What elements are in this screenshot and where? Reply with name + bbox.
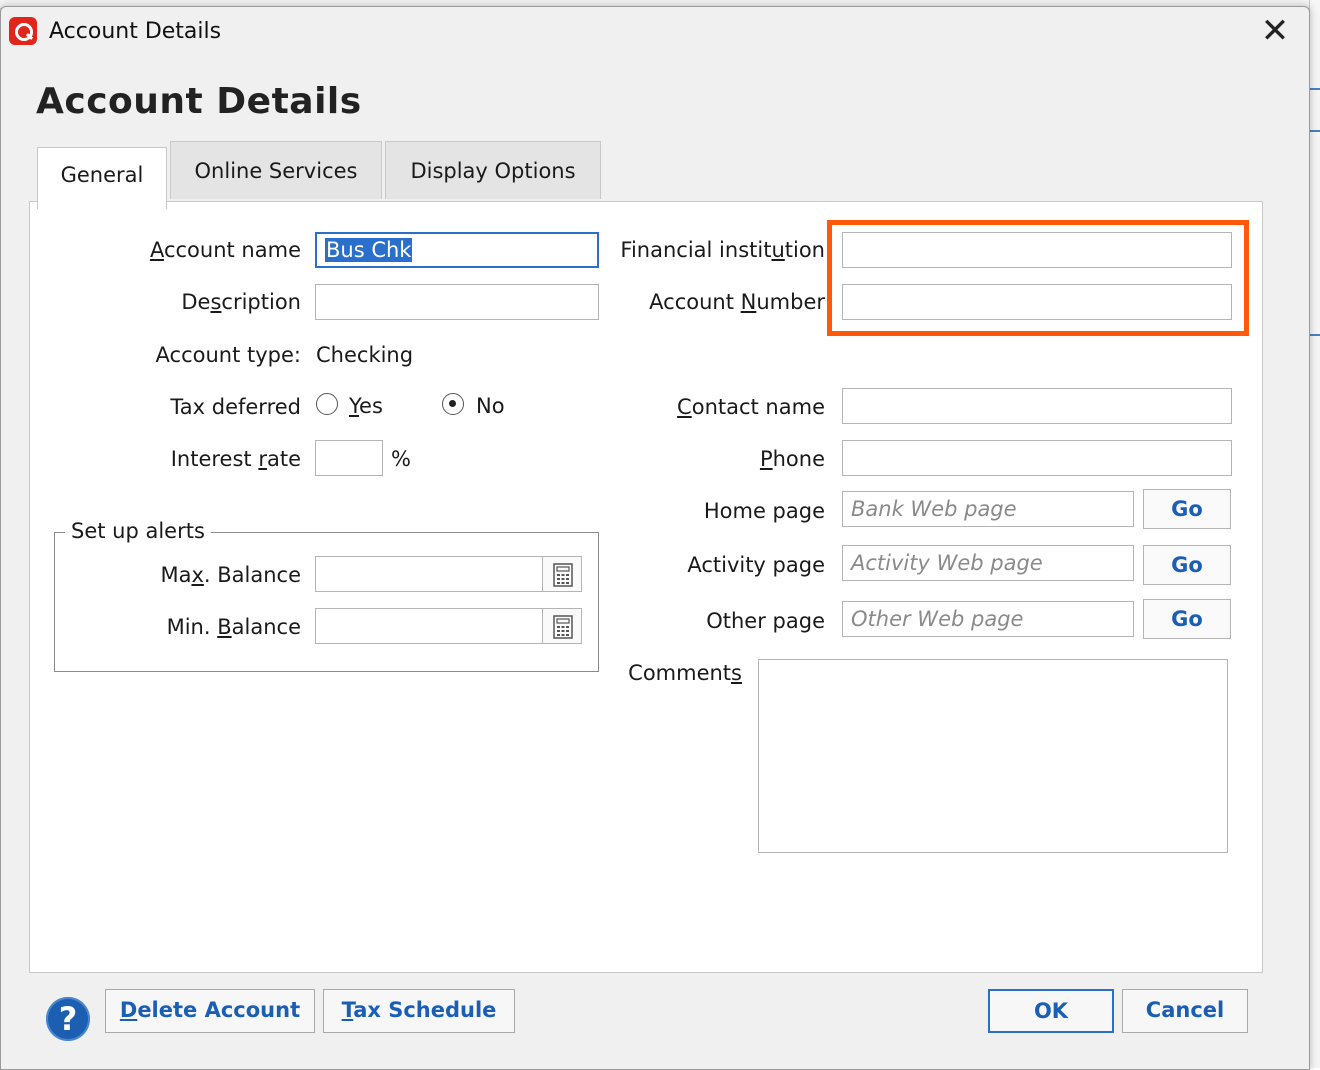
other-page-label: Other page [706, 609, 825, 633]
app-logo-icon [9, 17, 37, 45]
tax-schedule-button[interactable]: Tax Schedule [323, 989, 515, 1033]
contact-name-label: Contact name [677, 395, 825, 419]
home-page-go-button[interactable]: Go [1143, 489, 1231, 529]
account-type-label: Account type: [155, 343, 301, 367]
financial-institution-input[interactable] [842, 232, 1232, 268]
tax-deferred-no-radio[interactable] [442, 393, 464, 415]
max-balance-label: Max. Balance [160, 563, 301, 587]
account-details-dialog: Account Details ✕ Account Details Genera… [0, 6, 1310, 1070]
activity-page-go-button[interactable]: Go [1143, 545, 1231, 585]
other-page-go-button[interactable]: Go [1143, 599, 1231, 639]
account-name-label: Account name [149, 238, 301, 262]
min-balance-input[interactable] [315, 608, 543, 644]
contact-name-input[interactable] [842, 388, 1232, 424]
tax-deferred-yes-radio[interactable] [316, 393, 338, 415]
cancel-button[interactable]: Cancel [1122, 989, 1248, 1033]
interest-rate-input[interactable] [315, 440, 383, 476]
max-balance-input[interactable] [315, 556, 543, 592]
interest-rate-label: Interest rate [170, 447, 301, 471]
set-up-alerts-title: Set up alerts [65, 519, 211, 543]
phone-label: Phone [759, 447, 825, 471]
close-icon[interactable]: ✕ [1253, 11, 1297, 51]
page-title: Account Details [36, 81, 362, 122]
tab-general[interactable]: General [37, 147, 167, 209]
delete-account-button[interactable]: Delete Account [105, 989, 315, 1033]
activity-page-input[interactable]: Activity Web page [842, 545, 1134, 581]
tab-online-services[interactable]: Online Services [170, 141, 382, 199]
window-title: Account Details [49, 19, 222, 44]
home-page-input[interactable]: Bank Web page [842, 491, 1134, 527]
account-name-input[interactable]: Bus Chk [315, 232, 599, 268]
comments-textarea[interactable] [758, 659, 1228, 853]
min-balance-label: Min. Balance [166, 615, 301, 639]
activity-page-label: Activity page [687, 553, 825, 577]
phone-input[interactable] [842, 440, 1232, 476]
percent-unit: % [391, 447, 411, 471]
financial-institution-label: Financial institution [620, 238, 825, 262]
account-number-input[interactable] [842, 284, 1232, 320]
title-bar: Account Details ✕ [1, 7, 1309, 57]
description-input[interactable] [315, 284, 599, 320]
description-label: Description [181, 290, 301, 314]
tab-display-options[interactable]: Display Options [385, 141, 601, 199]
account-number-label: Account Number [649, 290, 825, 314]
account-type-value: Checking [316, 343, 414, 367]
other-page-input[interactable]: Other Web page [842, 601, 1134, 637]
comments-label: Comments [628, 661, 742, 685]
help-icon[interactable]: ? [46, 997, 90, 1041]
tax-deferred-label: Tax deferred [170, 395, 301, 419]
ok-button[interactable]: OK [988, 989, 1114, 1033]
tax-deferred-no-label[interactable]: No [476, 394, 505, 418]
set-up-alerts-group [54, 532, 599, 672]
tax-deferred-yes-label[interactable]: Yes [349, 394, 383, 418]
background-app-edge [1309, 0, 1320, 1068]
home-page-label: Home page [703, 499, 825, 523]
